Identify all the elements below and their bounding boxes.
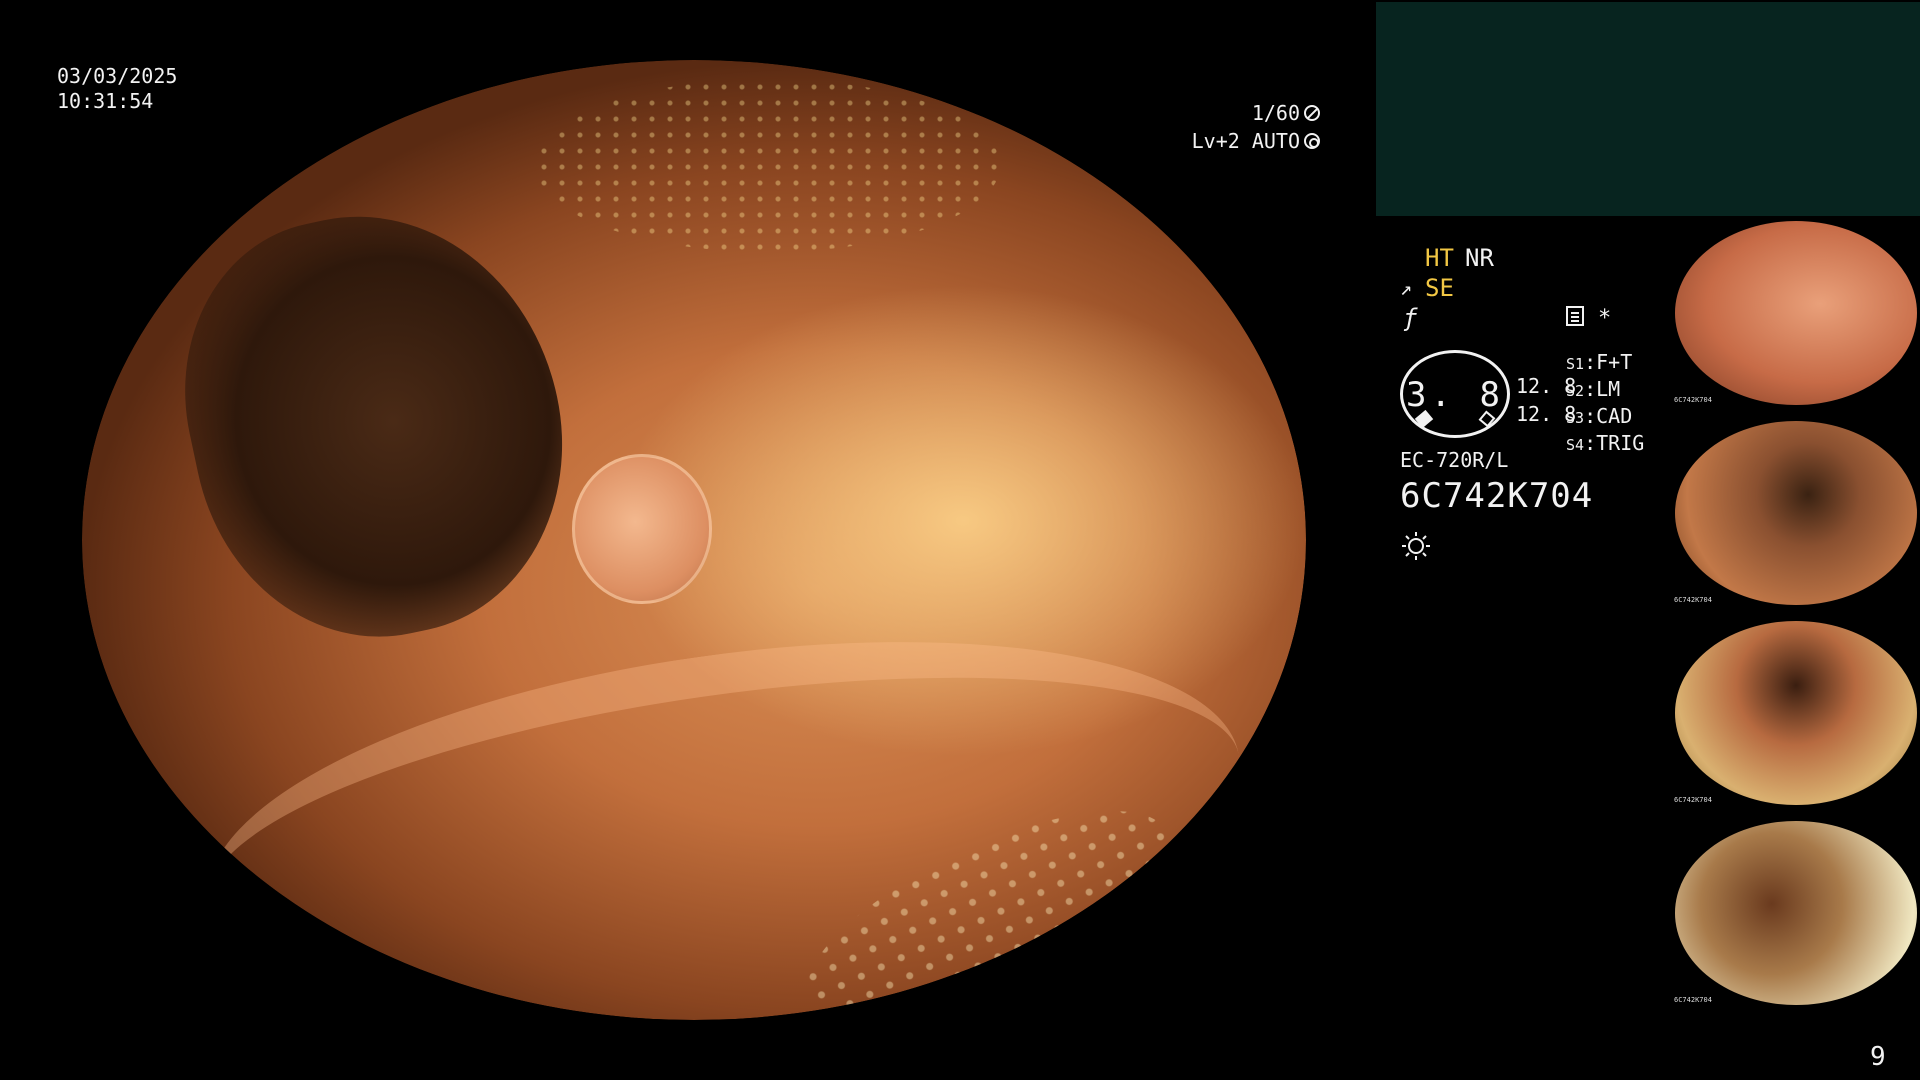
endoscopy-screen: 03/03/2025 10:31:54 1/60 Lv+2 AUTO HT NR… [0, 0, 1920, 1080]
zoom-value: 3. 8 [1406, 375, 1504, 415]
view-crop-top [0, 0, 1380, 60]
thumbnail-image [1675, 221, 1917, 405]
zoom-gauge: 3. 8 [1400, 350, 1510, 438]
thumbnail-1[interactable]: 6C742K704 [1672, 218, 1920, 408]
time-text: 10:31:54 [57, 89, 154, 113]
date-time: 03/03/2025 10:31:54 [57, 64, 177, 114]
slot-s2: S2:LM [1566, 377, 1621, 401]
exposure-info: 1/60 Lv+2 AUTO [1180, 99, 1320, 155]
date-text: 03/03/2025 [57, 64, 178, 88]
thumbnail-label: 6C742K704 [1674, 396, 1712, 404]
thumbnail-4[interactable]: 6C742K704 [1672, 818, 1920, 1008]
scope-serial: 6C742K704 [1400, 476, 1594, 516]
ht-indicator: HT [1425, 244, 1454, 272]
aperture-icon [1304, 105, 1320, 121]
scope-switch-slots: S1:F+T S2:LM S3:CAD S4:TRIG [1566, 350, 1644, 458]
slot-s4: S4:TRIG [1566, 431, 1645, 455]
se-indicator: SE [1425, 274, 1454, 302]
page-number: 9 [1870, 1042, 1886, 1072]
view-crop-bottom [0, 1020, 1380, 1080]
main-endoscopic-view [82, 60, 1306, 1020]
thumbnail-image [1675, 621, 1917, 805]
nr-indicator: NR [1465, 244, 1494, 272]
shutter-speed: 1/60 [1251, 101, 1300, 125]
slot-s3: S3:CAD [1566, 404, 1633, 428]
asterisk-icon: * [1598, 306, 1612, 331]
thumbnail-label: 6C742K704 [1674, 996, 1712, 1004]
thumbnail-label: 6C742K704 [1674, 596, 1712, 604]
misc-icons: * [1566, 306, 1611, 331]
iris-ring-icon [1304, 133, 1320, 149]
light-source-icon [1402, 532, 1430, 560]
scope-model: EC-720R/L [1400, 448, 1509, 472]
iris-level: Lv+2 AUTO [1191, 129, 1300, 153]
thumbnail-3[interactable]: 6C742K704 [1672, 618, 1920, 808]
info-panel-top [1376, 2, 1920, 216]
document-icon [1566, 306, 1584, 326]
structure-enhance-icon: ↗ [1400, 276, 1413, 300]
thumbnail-image [1675, 421, 1917, 605]
polyp-lesion [571, 453, 713, 604]
freeze-icon: ƒ [1403, 304, 1418, 332]
thumbnail-2[interactable]: 6C742K704 [1672, 418, 1920, 608]
thumbnail-image [1675, 821, 1917, 1005]
thumbnail-label: 6C742K704 [1674, 796, 1712, 804]
bubbles-top [534, 79, 1000, 252]
slot-s1: S1:F+T [1566, 350, 1633, 374]
